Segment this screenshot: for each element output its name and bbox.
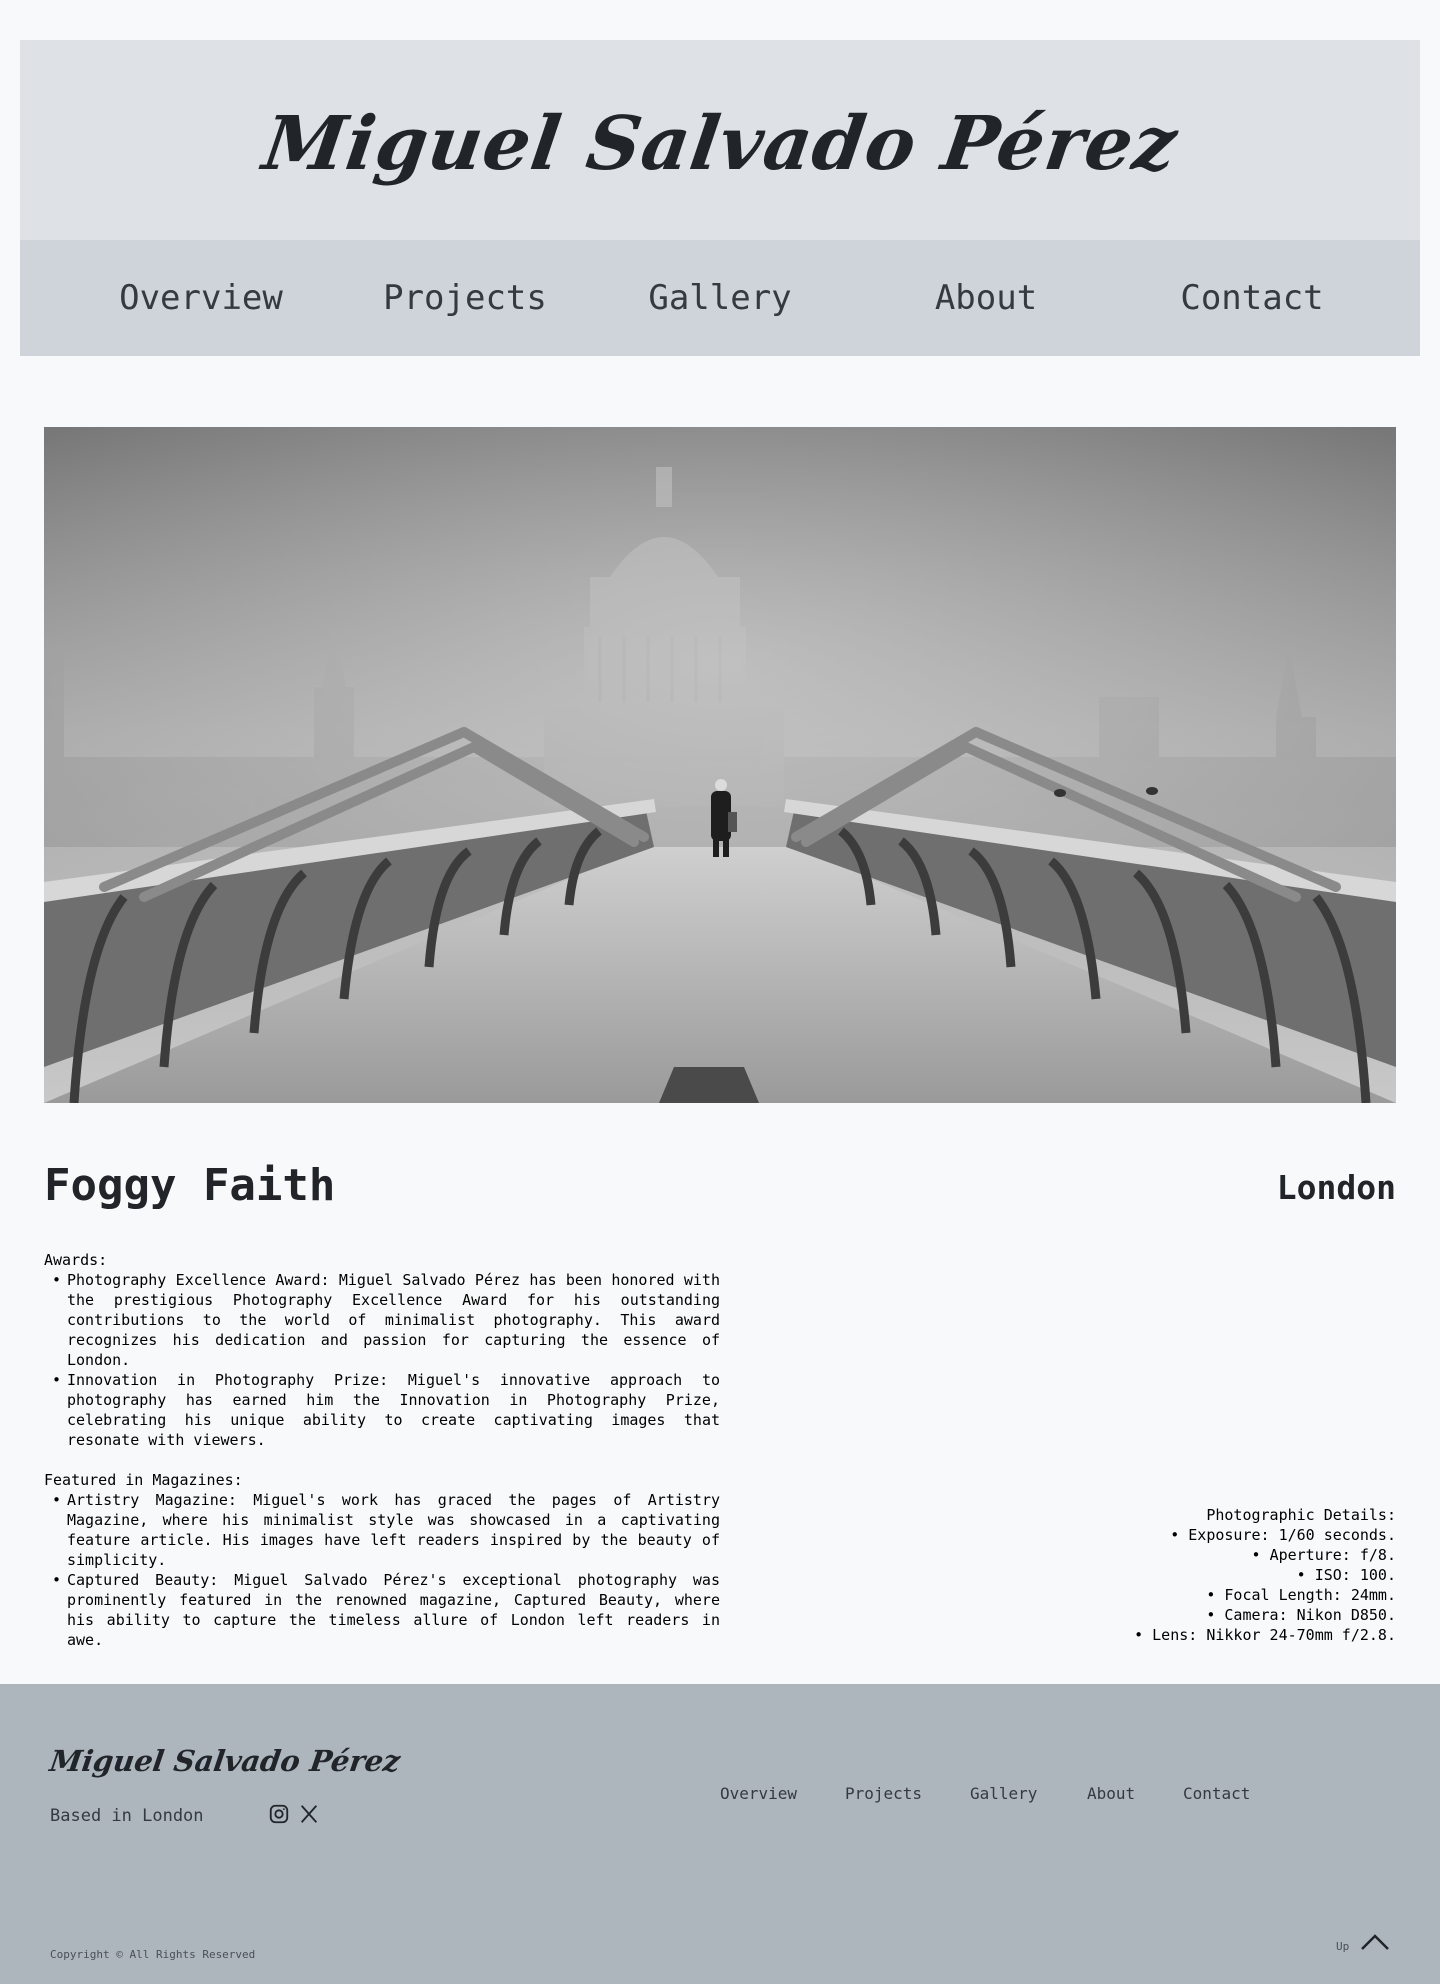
photo-location: London	[1276, 1168, 1396, 1207]
site-header: Miguel Salvado Pérez	[20, 40, 1420, 240]
nav-item-overview[interactable]: Overview	[119, 240, 283, 356]
footer-nav-overview[interactable]: Overview	[720, 1784, 797, 1803]
instagram-icon[interactable]	[268, 1803, 292, 1827]
footer-nav-gallery[interactable]: Gallery	[970, 1784, 1037, 1803]
detail-item: Camera: Nikon D850.	[1134, 1605, 1396, 1625]
bridge-photo-image	[44, 427, 1396, 1103]
main-nav: Overview Projects Gallery About Contact	[20, 240, 1420, 356]
photo-achievements: Awards: Photography Excellence Award: Mi…	[44, 1250, 720, 1650]
nav-item-projects[interactable]: Projects	[383, 240, 547, 356]
details-heading: Photographic Details:	[1206, 1506, 1396, 1524]
magazine-item: Captured Beauty: Miguel Salvado Pérez's …	[52, 1570, 720, 1650]
footer-location: Based in London	[50, 1806, 204, 1826]
details-list: Exposure: 1/60 seconds. Aperture: f/8. I…	[1134, 1525, 1396, 1645]
detail-item: ISO: 100.	[1134, 1565, 1396, 1585]
magazine-item: Artistry Magazine: Miguel's work has gra…	[52, 1490, 720, 1570]
x-icon[interactable]	[298, 1803, 322, 1827]
chevron-up-icon[interactable]	[1359, 1929, 1391, 1953]
footer-nav-about[interactable]: About	[1087, 1784, 1135, 1803]
site-title[interactable]: Miguel Salvado Pérez	[258, 101, 1183, 187]
nav-item-about[interactable]: About	[935, 240, 1037, 356]
nav-item-gallery[interactable]: Gallery	[648, 240, 791, 356]
footer-nav-projects[interactable]: Projects	[845, 1784, 922, 1803]
scroll-up-label[interactable]: Up	[1336, 1940, 1349, 1953]
award-item: Photography Excellence Award: Miguel Sal…	[52, 1270, 720, 1370]
photo-title: Foggy Faith	[44, 1160, 336, 1211]
awards-list: Photography Excellence Award: Miguel Sal…	[44, 1270, 720, 1450]
magazines-list: Artistry Magazine: Miguel's work has gra…	[44, 1490, 720, 1650]
site-footer: Miguel Salvado Pérez Based in London Ove…	[0, 1684, 1440, 1984]
detail-item: Aperture: f/8.	[1134, 1545, 1396, 1565]
magazines-heading: Featured in Magazines:	[44, 1471, 243, 1489]
footer-nav-contact[interactable]: Contact	[1183, 1784, 1250, 1803]
detail-item: Exposure: 1/60 seconds.	[1134, 1525, 1396, 1545]
detail-item: Focal Length: 24mm.	[1134, 1585, 1396, 1605]
awards-heading: Awards:	[44, 1251, 108, 1269]
footer-title[interactable]: Miguel Salvado Pérez	[48, 1744, 403, 1778]
detail-item: Lens: Nikkor 24-70mm f/2.8.	[1134, 1625, 1396, 1645]
photographic-details: Photographic Details: Exposure: 1/60 sec…	[1134, 1505, 1396, 1645]
hero-photo	[44, 427, 1396, 1103]
copyright: Copyright © All Rights Reserved	[50, 1948, 256, 1961]
award-item: Innovation in Photography Prize: Miguel'…	[52, 1370, 720, 1450]
nav-item-contact[interactable]: Contact	[1180, 240, 1323, 356]
